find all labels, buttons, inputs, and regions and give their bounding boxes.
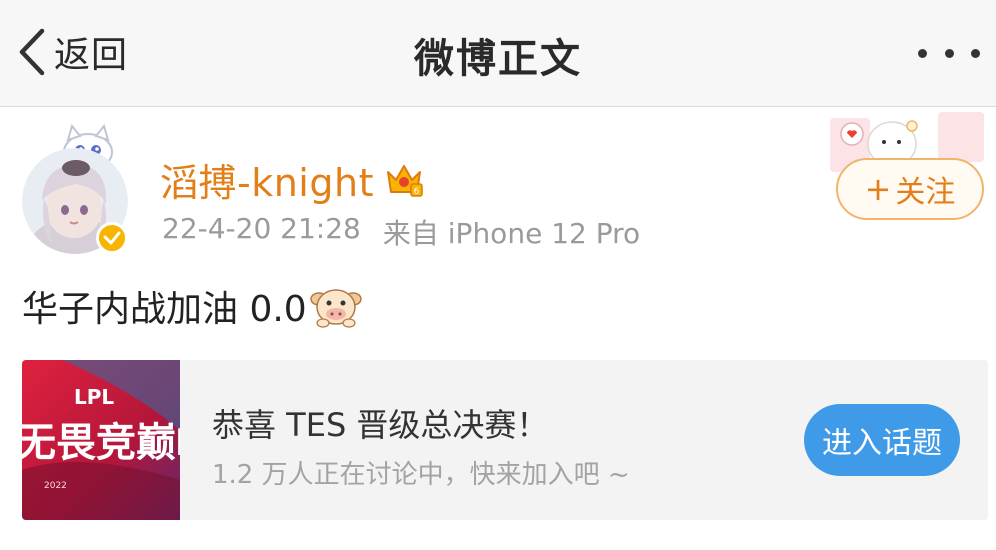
topic-card[interactable]: LPL 无畏竞巅峰 2022 恭喜 TES 晋级总决赛！ 1.2 万人正在讨论中… bbox=[22, 360, 988, 520]
lpl-logo-text: LPL bbox=[74, 385, 114, 409]
author-name[interactable]: 滔搏-knight bbox=[160, 152, 374, 207]
banner-slogan: 无畏竞巅峰 bbox=[22, 420, 180, 466]
page-title: 微博正文 bbox=[414, 36, 582, 82]
post-meta: 22-4-20 21:28 来自 iPhone 12 Pro bbox=[162, 212, 640, 252]
post-time: 22-4-20 21:28 bbox=[162, 212, 361, 245]
banner-year: 2022 bbox=[44, 481, 67, 491]
lpl-banner-icon: LPL 无畏竞巅峰 2022 bbox=[22, 360, 180, 520]
topic-thumbnail: LPL 无畏竞巅峰 2022 bbox=[22, 360, 180, 520]
post-content: 华子内战加油 0.0 bbox=[22, 280, 363, 332]
verified-badge-icon bbox=[96, 222, 128, 254]
enter-topic-button[interactable]: 进入话题 bbox=[804, 404, 960, 476]
plus-icon: + bbox=[864, 170, 892, 208]
svg-text:6: 6 bbox=[414, 187, 420, 197]
post-source: 来自 iPhone 12 Pro bbox=[382, 217, 641, 250]
follow-label: 关注 bbox=[895, 175, 956, 210]
more-dots-icon bbox=[918, 48, 927, 58]
cow-emoji-icon bbox=[309, 289, 362, 328]
author-name-row: 滔搏-knight 6 bbox=[160, 152, 424, 207]
top-navigation-bar: 返回 微博正文 bbox=[0, 0, 996, 107]
topic-title: 恭喜 TES 晋级总决赛！ bbox=[212, 406, 549, 444]
vip-crown-icon[interactable]: 6 bbox=[384, 162, 424, 198]
topic-subtitle: 1.2 万人正在讨论中，快来加入吧 ~ bbox=[212, 460, 630, 490]
more-options-button[interactable] bbox=[918, 38, 980, 68]
follow-button[interactable]: + 关注 bbox=[836, 158, 984, 220]
post-text: 华子内战加油 0.0 bbox=[22, 289, 307, 330]
